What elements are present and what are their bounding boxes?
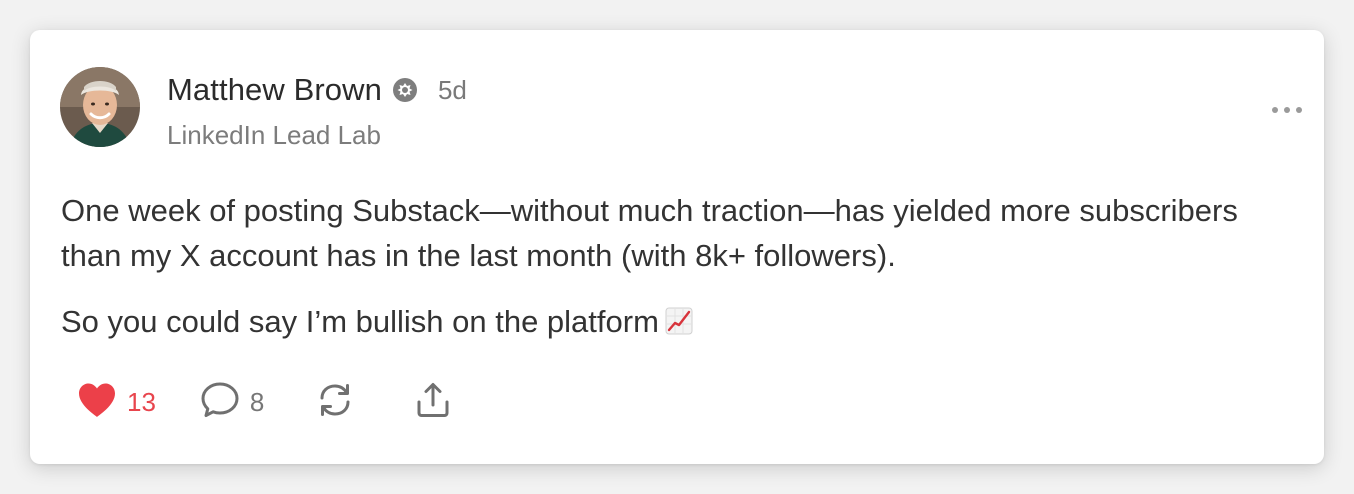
menu-dot: [1284, 107, 1290, 113]
like-count: 13: [127, 386, 156, 417]
heart-icon: [77, 382, 117, 423]
note-card: Matthew Brown 5d LinkedIn Lead Lab One w…: [30, 30, 1324, 464]
post-actions: 13 8: [77, 382, 452, 422]
comment-count: 8: [249, 386, 265, 417]
comment-bubble-icon: [200, 381, 240, 424]
chart-increasing-emoji: [665, 302, 693, 335]
author-name[interactable]: Matthew Brown: [167, 72, 382, 108]
more-dots-icon[interactable]: [1272, 104, 1302, 116]
post-paragraph: So you could say I’m bullish on the plat…: [61, 299, 1261, 344]
share-button[interactable]: [414, 381, 452, 424]
restack-icon: [316, 381, 354, 424]
post-paragraph-text: So you could say I’m bullish on the plat…: [61, 304, 659, 339]
post-paragraph: One week of posting Substack—without muc…: [61, 193, 1238, 273]
post-body: One week of posting Substack—without muc…: [61, 188, 1261, 344]
restack-button[interactable]: [316, 381, 354, 424]
like-button[interactable]: 13: [77, 382, 156, 423]
avatar-photo: [60, 67, 140, 147]
post-header: Matthew Brown 5d LinkedIn Lead Lab: [167, 70, 467, 151]
avatar[interactable]: [60, 67, 140, 147]
comment-button[interactable]: 8: [200, 381, 264, 424]
menu-dot: [1296, 107, 1302, 113]
substack-badge-icon: [392, 77, 418, 103]
author-row: Matthew Brown 5d: [167, 70, 467, 110]
publication-name[interactable]: LinkedIn Lead Lab: [167, 120, 467, 151]
share-icon: [414, 381, 452, 424]
post-time[interactable]: 5d: [438, 75, 467, 106]
menu-dot: [1272, 107, 1278, 113]
